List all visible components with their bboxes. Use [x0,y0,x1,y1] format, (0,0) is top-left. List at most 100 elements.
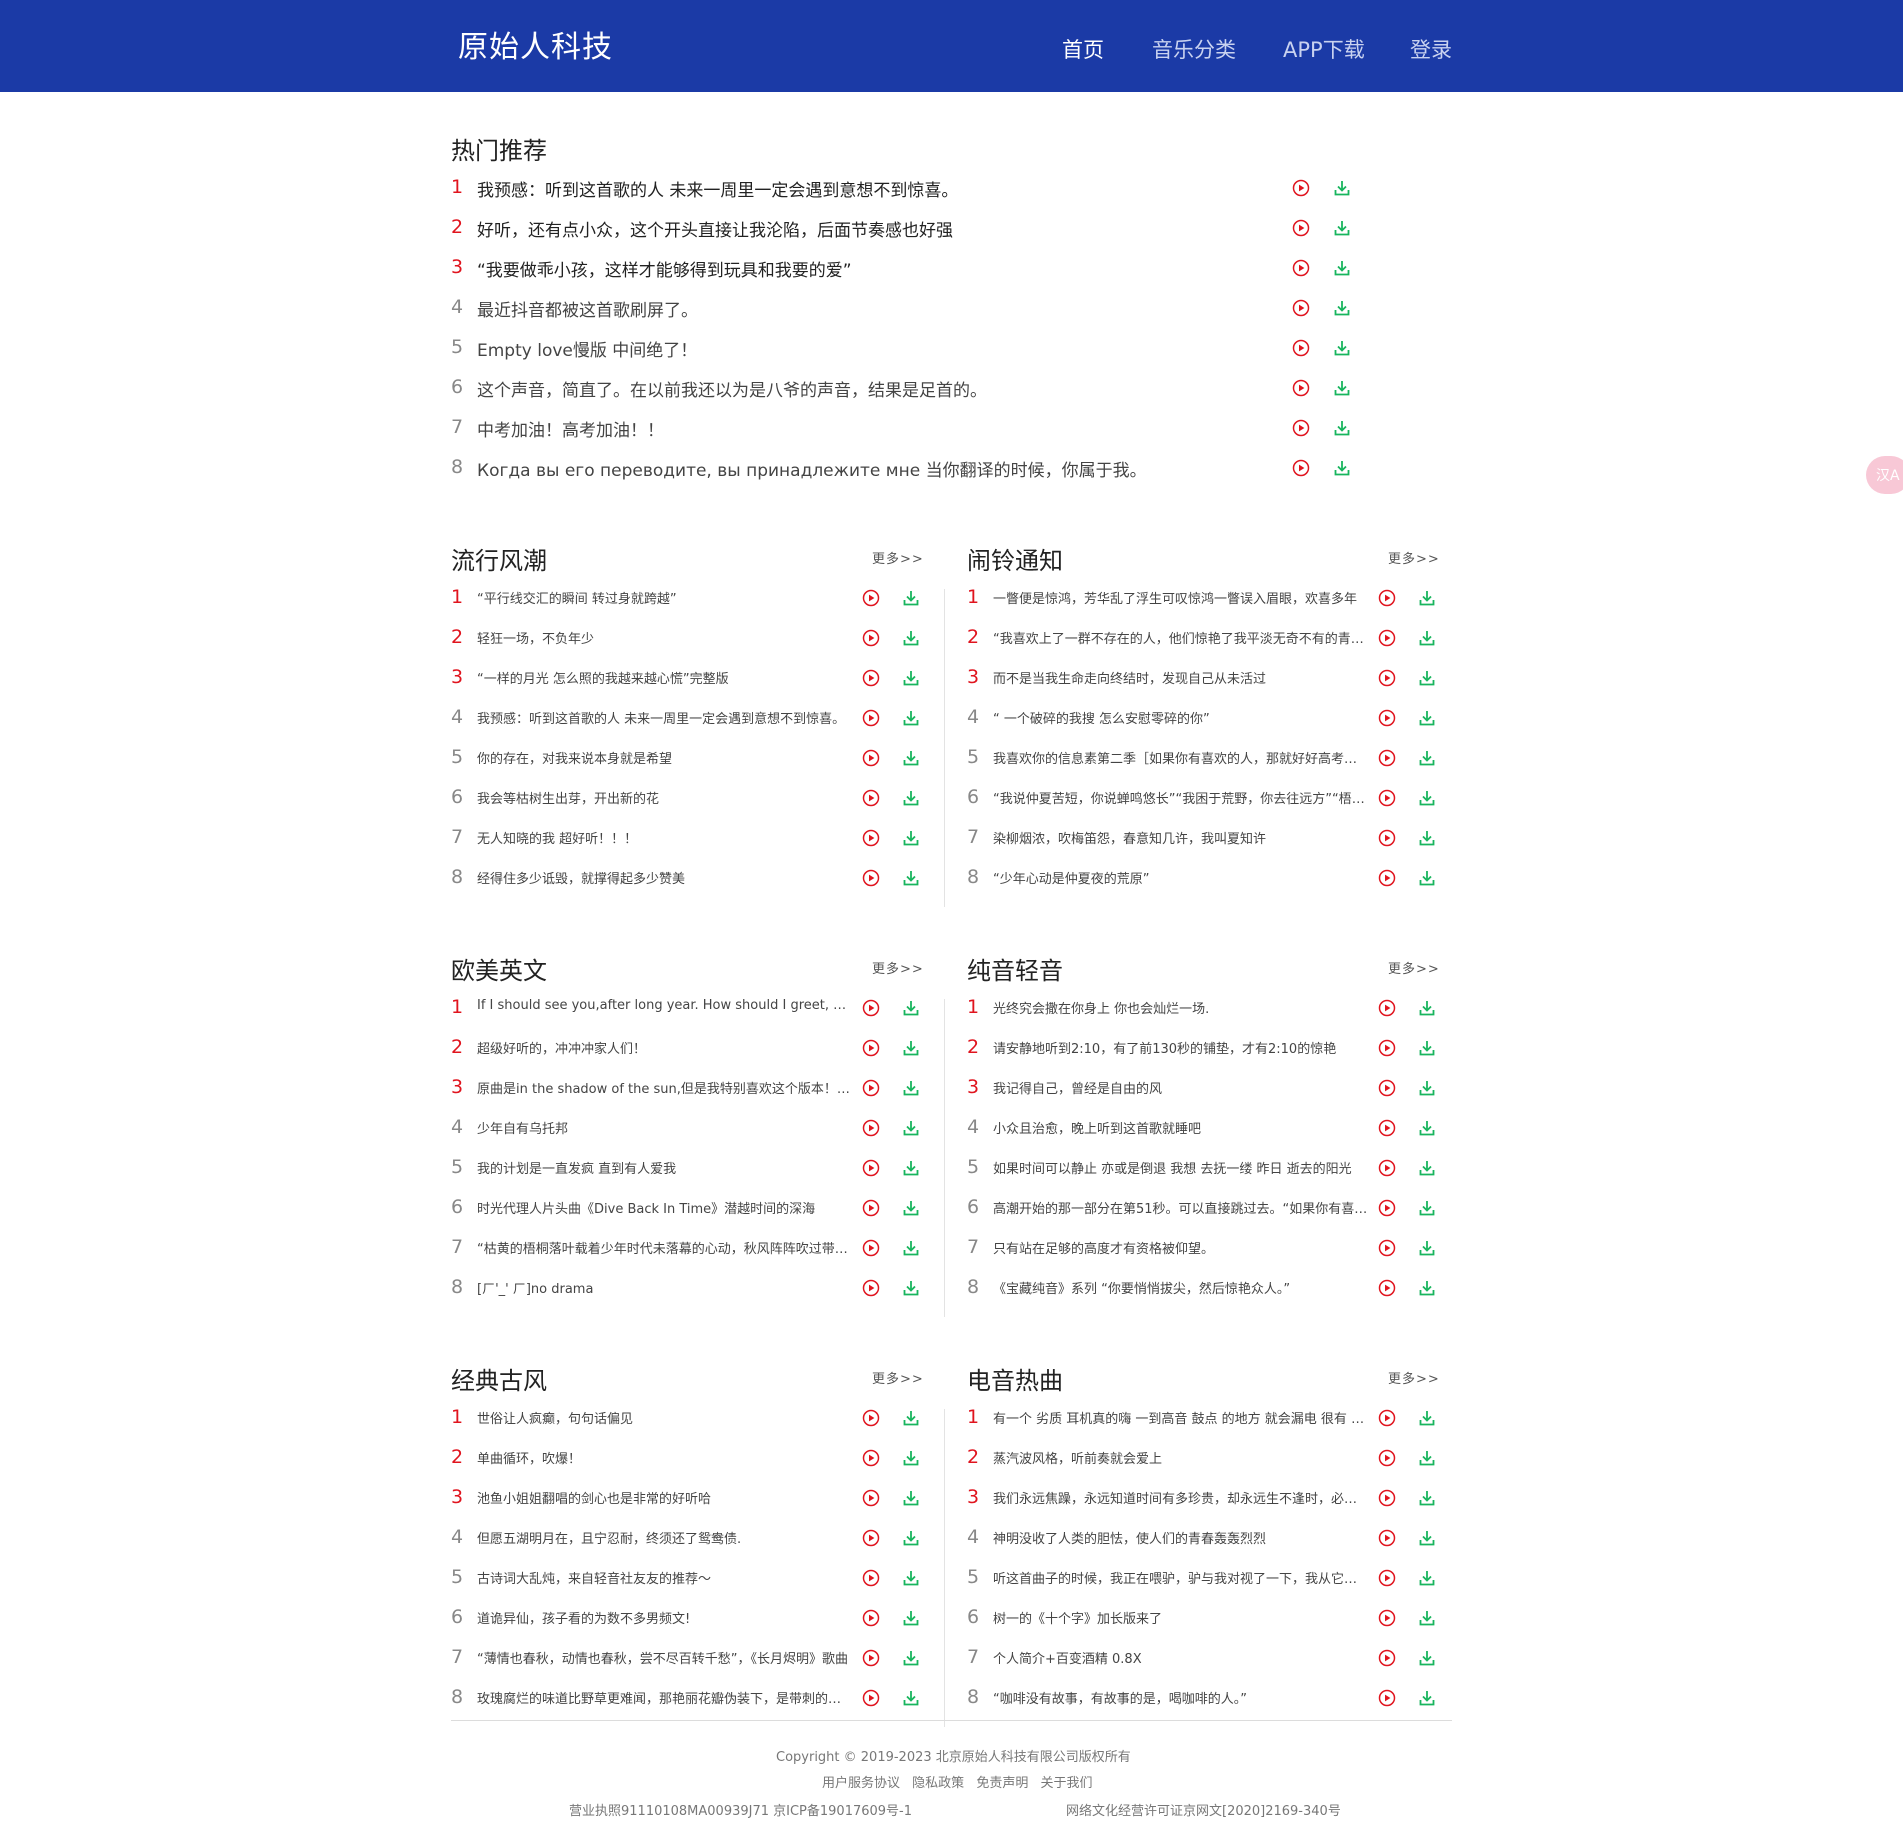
download-icon[interactable] [902,1039,920,1057]
nav-music-categories[interactable]: 音乐分类 [1152,34,1236,64]
song-title[interactable]: 我们永远焦躁，永远知道时间有多珍贵，却永远生不逢时，必须学会接受 [993,1488,1370,1507]
footer-link-about[interactable]: 关于我们 [1040,1776,1092,1791]
download-icon[interactable] [1418,1449,1436,1467]
song-title[interactable]: 最近抖音都被这首歌刷屏了。 [477,296,1284,321]
download-icon[interactable] [1333,219,1351,237]
download-icon[interactable] [902,669,920,687]
play-icon[interactable] [862,749,880,767]
download-icon[interactable] [1418,749,1436,767]
play-icon[interactable] [862,629,880,647]
song-title[interactable]: “少年心动是仲夏夜的荒原” [993,868,1370,887]
song-title[interactable]: 而不是当我生命走向终结时，发现自己从未活过 [993,668,1370,687]
play-icon[interactable] [862,1449,880,1467]
song-title[interactable]: 《宝藏纯音》系列 “你要悄悄拔尖，然后惊艳众人。” [993,1278,1370,1297]
play-icon[interactable] [1292,219,1310,237]
song-title[interactable]: 轻狂一场，不负年少 [477,628,854,647]
download-icon[interactable] [1418,1569,1436,1587]
footer-link-privacy[interactable]: 隐私政策 [912,1776,964,1791]
play-icon[interactable] [862,1239,880,1257]
play-icon[interactable] [862,999,880,1017]
song-title[interactable]: 蒸汽波风格，听前奏就会爱上 [993,1448,1370,1467]
song-title[interactable]: 我会等枯树生出芽，开出新的花 [477,788,854,807]
song-title[interactable]: 请安静地听到2:10，有了前130秒的铺垫，才有2:10的惊艳 [993,1038,1370,1057]
play-icon[interactable] [1378,1529,1396,1547]
footer-link-disclaimer[interactable]: 免责声明 [976,1776,1028,1791]
download-icon[interactable] [902,1199,920,1217]
song-title[interactable]: 时光代理人片头曲《Dive Back In Time》潜越时间的深海 [477,1198,854,1217]
download-icon[interactable] [902,869,920,887]
download-icon[interactable] [1418,1079,1436,1097]
download-icon[interactable] [1418,869,1436,887]
song-title[interactable]: 我喜欢你的信息素第二季［如果你有喜欢的人，那就好好高考］闹铃 [993,748,1370,767]
song-title[interactable]: 小众且治愈，晚上听到这首歌就睡吧 [993,1118,1370,1137]
play-icon[interactable] [1378,1239,1396,1257]
download-icon[interactable] [1418,829,1436,847]
download-icon[interactable] [902,1649,920,1667]
song-title[interactable]: 道诡异仙，孩子看的为数不多男频文! [477,1608,854,1627]
play-icon[interactable] [1292,299,1310,317]
song-title[interactable]: 听这首曲子的时候，我正在喂驴，驴与我对视了一下，我从它的眼神里看到了 [993,1568,1370,1587]
play-icon[interactable] [862,589,880,607]
play-icon[interactable] [1292,379,1310,397]
download-icon[interactable] [902,709,920,727]
download-icon[interactable] [1333,339,1351,357]
download-icon[interactable] [902,1689,920,1707]
download-icon[interactable] [902,1489,920,1507]
song-title[interactable]: “咖啡没有故事，有故事的是，喝咖啡的人。” [993,1688,1370,1707]
song-title[interactable]: 经得住多少诋毁，就撑得起多少赞美 [477,868,854,887]
play-icon[interactable] [862,1489,880,1507]
nav-app-download[interactable]: APP下载 [1283,34,1365,64]
play-icon[interactable] [1292,459,1310,477]
play-icon[interactable] [1378,1199,1396,1217]
play-icon[interactable] [862,1279,880,1297]
play-icon[interactable] [862,1079,880,1097]
play-icon[interactable] [1378,1079,1396,1097]
play-icon[interactable] [862,1119,880,1137]
song-title[interactable]: 有一个 劣质 耳机真的嗨 一到高音 鼓点 的地方 就会漏电 很有 听电音 的感觉 [993,1408,1370,1427]
download-icon[interactable] [1418,789,1436,807]
song-title[interactable]: 个人简介+百变酒精 0.8X [993,1648,1370,1667]
play-icon[interactable] [1378,629,1396,647]
play-icon[interactable] [1292,339,1310,357]
play-icon[interactable] [1378,709,1396,727]
more-link[interactable]: 更多>> [1388,548,1440,567]
nav-home[interactable]: 首页 [1062,34,1104,64]
download-icon[interactable] [902,1279,920,1297]
play-icon[interactable] [862,1409,880,1427]
song-title[interactable]: 我预感：听到这首歌的人 未来一周里一定会遇到意想不到惊喜。 [477,176,1284,201]
play-icon[interactable] [1378,669,1396,687]
download-icon[interactable] [1333,179,1351,197]
download-icon[interactable] [1418,1529,1436,1547]
download-icon[interactable] [1418,1239,1436,1257]
translate-float-button[interactable]: 汉A [1866,456,1903,494]
download-icon[interactable] [902,629,920,647]
play-icon[interactable] [862,709,880,727]
song-title[interactable]: “我要做乖小孩，这样才能够得到玩具和我要的爱” [477,256,1284,281]
download-icon[interactable] [1418,1609,1436,1627]
download-icon[interactable] [1418,589,1436,607]
song-title[interactable]: 这个声音，简直了。在以前我还以为是八爷的声音，结果是足首的。 [477,376,1284,401]
play-icon[interactable] [1378,589,1396,607]
song-title[interactable]: 但愿五湖明月在，且宁忍耐，终须还了鸳鸯债. [477,1528,854,1547]
play-icon[interactable] [1378,1489,1396,1507]
play-icon[interactable] [862,869,880,887]
download-icon[interactable] [902,1409,920,1427]
play-icon[interactable] [862,1689,880,1707]
download-icon[interactable] [902,1569,920,1587]
song-title[interactable]: “枯黄的梧桐落叶载着少年时代未落幕的心动，秋风阵阵吹过带着酸涩的回忆” [477,1238,854,1257]
song-title[interactable]: 单曲循环，吹爆！ [477,1448,854,1467]
site-logo[interactable]: 原始人科技 [458,22,613,66]
song-title[interactable]: If I should see you,after long year. How… [477,998,854,1013]
nav-login[interactable]: 登录 [1410,34,1452,64]
download-icon[interactable] [1418,1489,1436,1507]
more-link[interactable]: 更多>> [872,548,924,567]
download-icon[interactable] [902,1449,920,1467]
play-icon[interactable] [1378,869,1396,887]
download-icon[interactable] [1418,1199,1436,1217]
song-title[interactable]: 好听，还有点小众，这个开头直接让我沦陷，后面节奏感也好强 [477,216,1284,241]
song-title[interactable]: 我预感：听到这首歌的人 未来一周里一定会遇到意想不到惊喜。 [477,708,854,727]
play-icon[interactable] [862,1569,880,1587]
song-title[interactable]: 世俗让人疯癫，句句话偏见 [477,1408,854,1427]
download-icon[interactable] [902,1119,920,1137]
play-icon[interactable] [862,1649,880,1667]
